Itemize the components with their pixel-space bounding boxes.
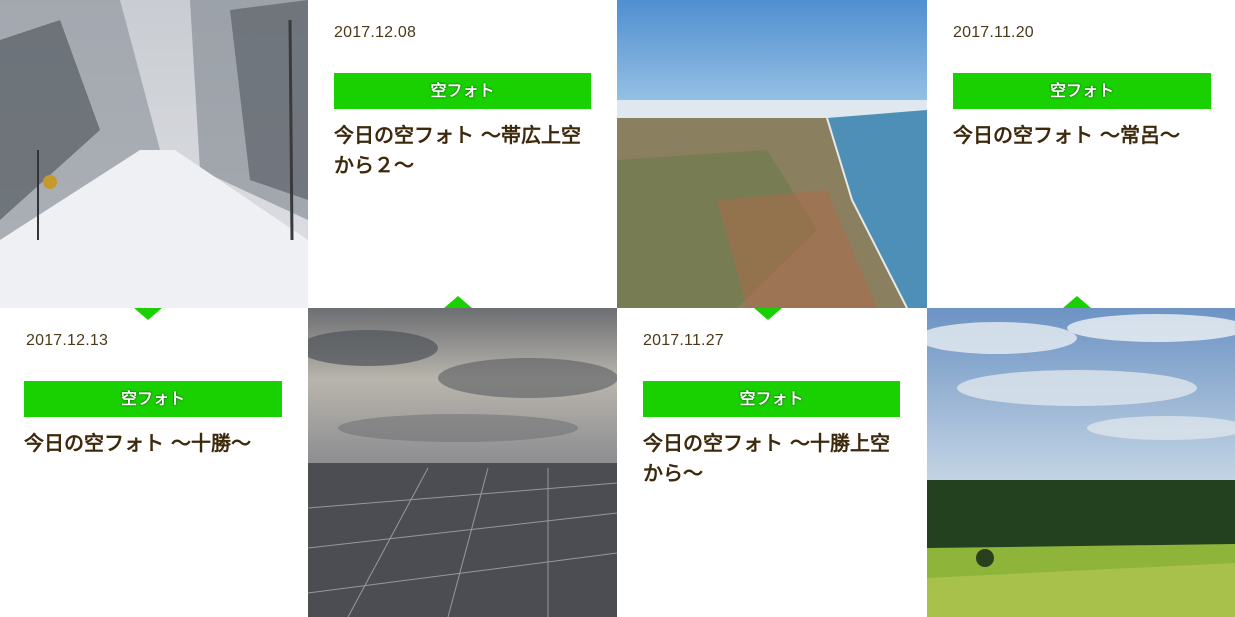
post-title[interactable]: 今日の空フォト ～十勝上空から～ — [643, 428, 907, 488]
post-date: 2017.11.27 — [643, 332, 724, 349]
post-card-2[interactable]: 2017.11.20 空フォト 今日の空フォト ～常呂～ — [927, 0, 1235, 308]
post-thumbnail-aerial-coast[interactable] — [617, 0, 927, 308]
post-thumbnail-field-forest[interactable] — [927, 308, 1235, 617]
post-card-1[interactable]: 2017.12.08 空フォト 今日の空フォト ～帯広上空から２～ — [308, 0, 617, 308]
category-badge[interactable]: 空フォト — [24, 381, 282, 417]
category-badge[interactable]: 空フォト — [334, 73, 591, 109]
post-card-4[interactable]: 2017.11.27 空フォト 今日の空フォト ～十勝上空から～ — [617, 308, 927, 617]
post-date: 2017.11.20 — [953, 24, 1034, 41]
post-thumbnail-cloudy-fields[interactable] — [308, 308, 617, 617]
pointer-up-icon — [1063, 296, 1091, 308]
post-thumbnail-snow-road[interactable] — [0, 0, 308, 308]
post-card-3[interactable]: 2017.12.13 空フォト 今日の空フォト ～十勝～ — [0, 308, 308, 617]
post-grid: 2017.12.08 空フォト 今日の空フォト ～帯広上空から２～ 2017.1… — [0, 0, 1235, 617]
post-title[interactable]: 今日の空フォト ～帯広上空から２～ — [334, 120, 597, 180]
pointer-up-icon — [444, 296, 472, 308]
post-date: 2017.12.08 — [334, 24, 417, 41]
post-title[interactable]: 今日の空フォト ～十勝～ — [24, 428, 288, 458]
category-badge[interactable]: 空フォト — [953, 73, 1211, 109]
category-badge[interactable]: 空フォト — [643, 381, 900, 417]
post-title[interactable]: 今日の空フォト ～常呂～ — [953, 120, 1215, 150]
pointer-down-icon — [754, 308, 782, 320]
post-date: 2017.12.13 — [26, 332, 109, 349]
pointer-down-icon — [134, 308, 162, 320]
